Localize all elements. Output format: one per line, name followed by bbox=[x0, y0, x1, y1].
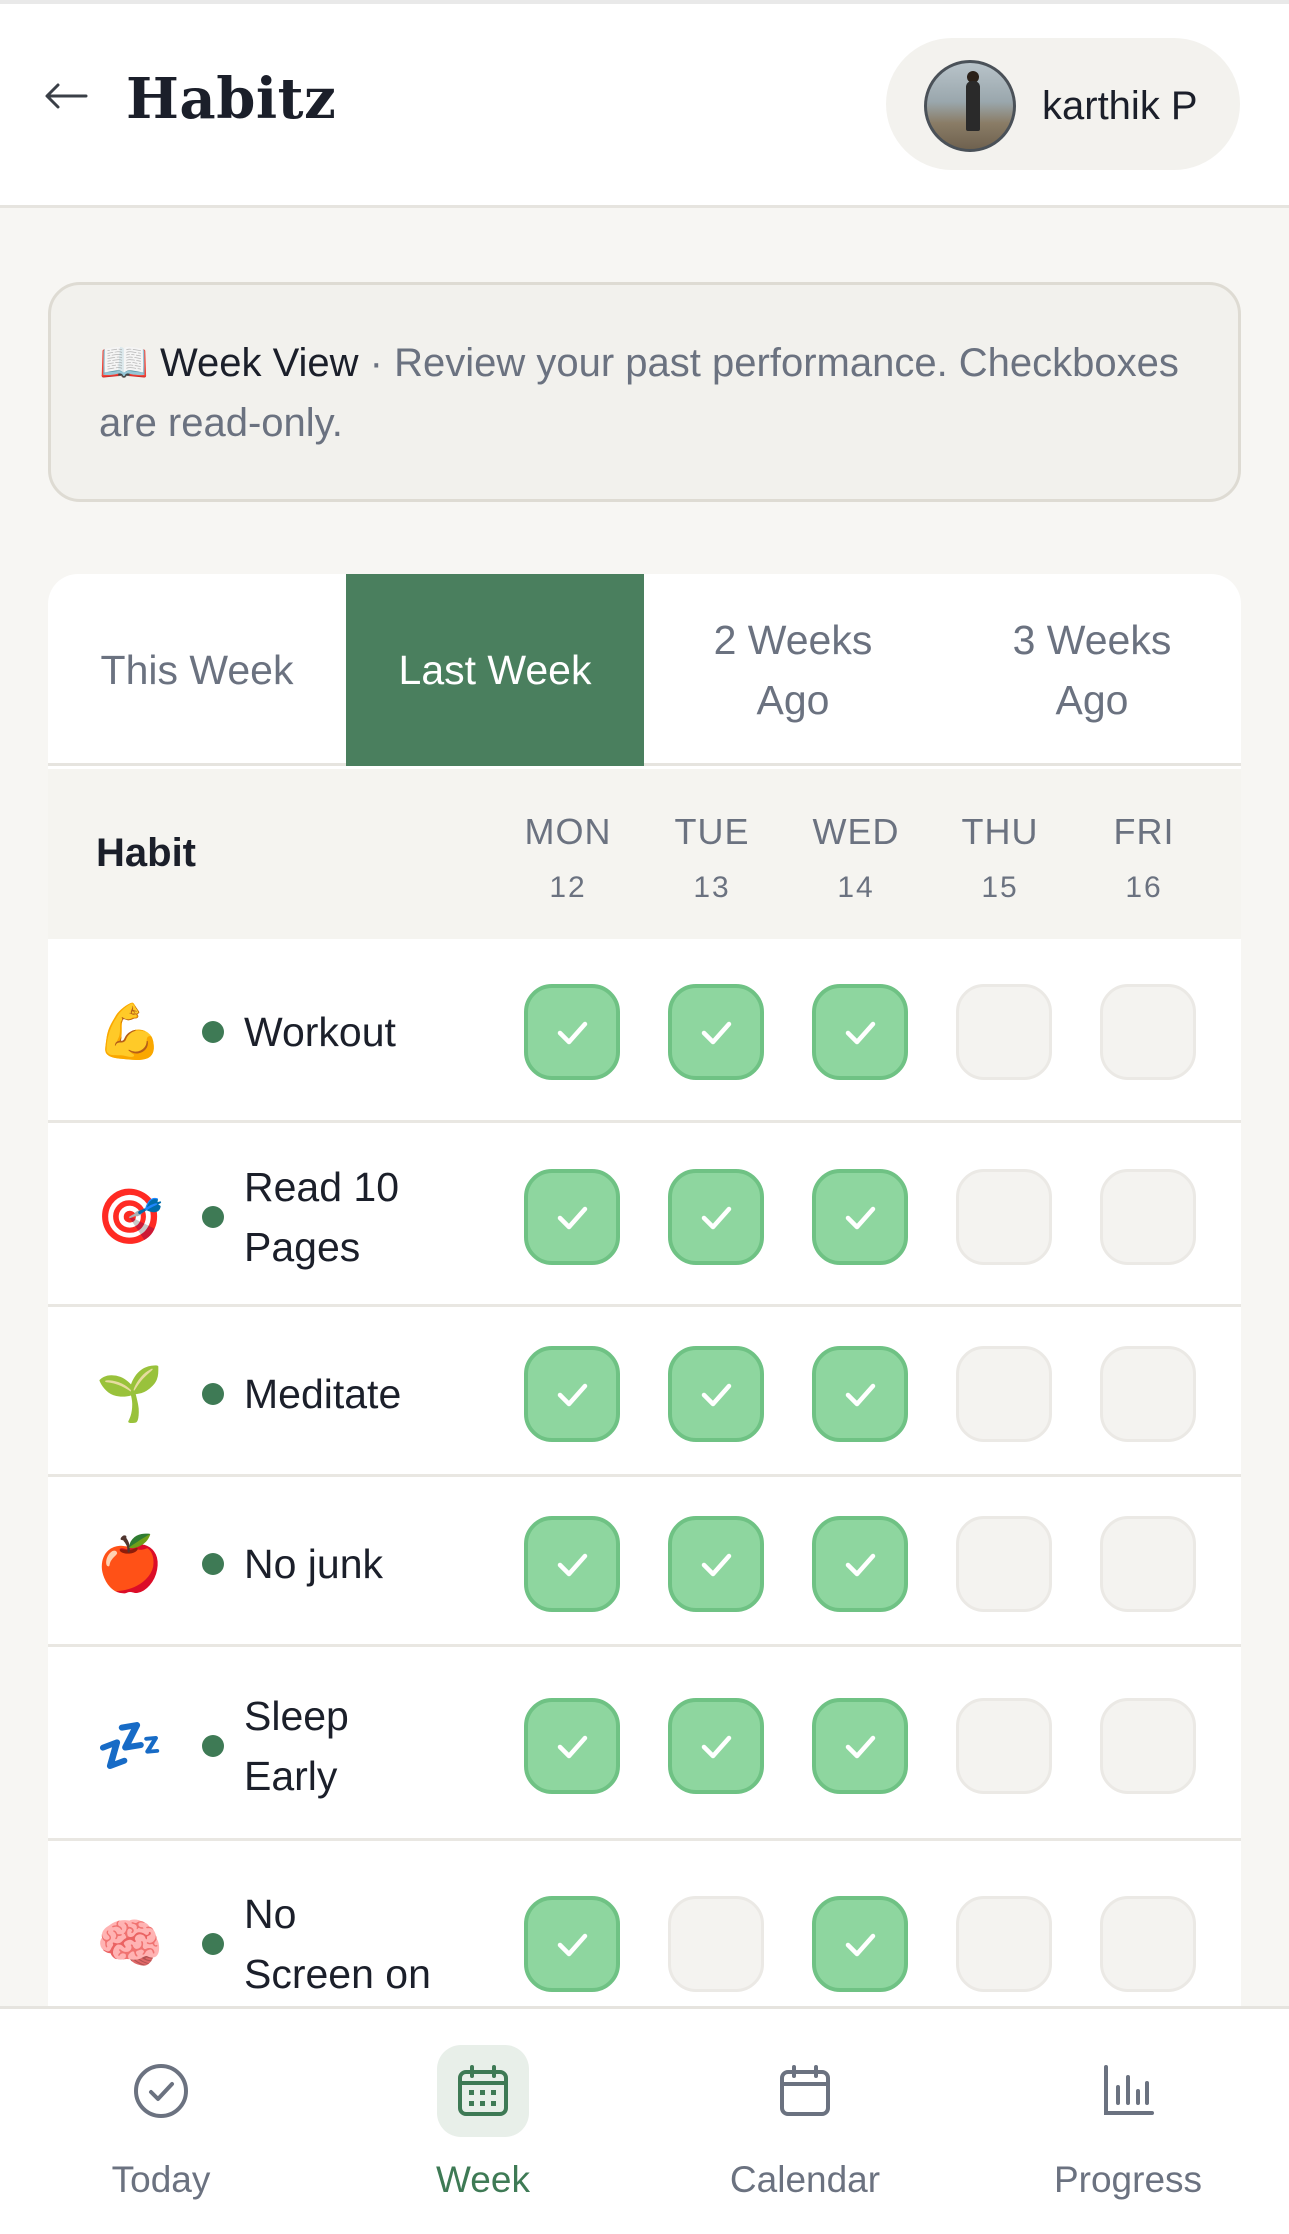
checkbox-wed-checked bbox=[812, 984, 908, 1080]
book-icon: 📖 bbox=[99, 341, 149, 385]
banner-title: Week View bbox=[159, 341, 359, 385]
user-profile-chip[interactable]: karthik P bbox=[886, 38, 1240, 170]
week-view-banner: 📖 Week View · Review your past performan… bbox=[48, 282, 1241, 502]
nav-week[interactable]: Week bbox=[322, 2009, 644, 2234]
checkbox-tue-unchecked bbox=[668, 1896, 764, 1992]
habit-status-dot bbox=[202, 1933, 224, 1955]
table-row: 🌱 Meditate bbox=[48, 1310, 1241, 1477]
checkbox-thu-unchecked bbox=[956, 984, 1052, 1080]
user-name: karthik P bbox=[1042, 84, 1198, 128]
checkbox-mon-checked bbox=[524, 984, 620, 1080]
habit-name: No Screen on Bed bbox=[244, 1891, 431, 2014]
table-header: Habit MON 12 TUE 13 WED 14 THU 15 FRI 16 bbox=[48, 769, 1241, 939]
tab-last-week[interactable]: Last Week bbox=[346, 574, 644, 766]
nav-label-calendar: Calendar bbox=[729, 2159, 881, 2200]
checkbox-thu-unchecked bbox=[956, 1515, 1052, 1612]
checkbox-mon-checked bbox=[524, 1345, 620, 1442]
tab-this-week[interactable]: This Week bbox=[48, 574, 346, 766]
checkbox-tue-checked bbox=[668, 1697, 764, 1794]
habit-name: No junk bbox=[244, 1540, 384, 1587]
check-circle-icon bbox=[115, 2045, 207, 2137]
checkbox-mon-checked bbox=[524, 1168, 620, 1265]
checkbox-thu-unchecked bbox=[956, 1345, 1052, 1442]
avatar bbox=[924, 60, 1016, 152]
tab-3-weeks-ago[interactable]: 3 Weeks Ago bbox=[943, 574, 1241, 766]
day-header-fri: FRI 16 bbox=[1113, 811, 1175, 904]
habit-status-dot bbox=[202, 1382, 224, 1405]
week-card: This Week Last Week 2 Weeks Ago 3 Weeks … bbox=[48, 574, 1241, 2014]
back-arrow-icon[interactable] bbox=[42, 72, 90, 120]
habit-emoji-icon: 💤 bbox=[96, 1713, 164, 1777]
checkbox-wed-checked bbox=[812, 1515, 908, 1612]
tab-2-weeks-ago[interactable]: 2 Weeks Ago bbox=[644, 574, 942, 766]
nav-today[interactable]: Today bbox=[0, 2009, 322, 2234]
calendar-grid-icon bbox=[437, 2045, 529, 2137]
checkbox-wed-checked bbox=[812, 1345, 908, 1442]
bar-chart-icon bbox=[1082, 2045, 1174, 2137]
nav-calendar[interactable]: Calendar bbox=[644, 2009, 966, 2234]
app-header: Habitz karthik P bbox=[0, 4, 1289, 208]
calendar-icon bbox=[759, 2045, 851, 2137]
checkbox-fri-unchecked bbox=[1100, 1896, 1196, 1992]
habit-emoji-icon: 🍎 bbox=[96, 1531, 164, 1595]
checkbox-wed-checked bbox=[812, 1697, 908, 1794]
nav-label-progress: Progress bbox=[1053, 2159, 1203, 2200]
checkbox-fri-unchecked bbox=[1100, 1168, 1196, 1265]
checkbox-tue-checked bbox=[668, 1345, 764, 1442]
checkbox-fri-unchecked bbox=[1100, 1515, 1196, 1612]
day-header-mon: MON 12 bbox=[524, 811, 612, 904]
habit-emoji-icon: 🌱 bbox=[96, 1361, 164, 1425]
bottom-nav: Today Week Calendar Progress bbox=[0, 2006, 1289, 2234]
checkbox-tue-checked bbox=[668, 1515, 764, 1612]
habit-status-dot bbox=[202, 1205, 224, 1228]
checkbox-mon-checked bbox=[524, 1697, 620, 1794]
table-row: 🍎 No junk bbox=[48, 1480, 1241, 1647]
checkbox-thu-unchecked bbox=[956, 1168, 1052, 1265]
checkbox-fri-unchecked bbox=[1100, 1345, 1196, 1442]
checkbox-fri-unchecked bbox=[1100, 1697, 1196, 1794]
habit-emoji-icon: 🧠 bbox=[96, 1912, 164, 1975]
checkbox-thu-unchecked bbox=[956, 1896, 1052, 1992]
habit-name: Meditate bbox=[244, 1370, 402, 1417]
habit-name: Workout bbox=[244, 1009, 396, 1055]
day-header-thu: THU 15 bbox=[961, 811, 1039, 904]
checkbox-tue-checked bbox=[668, 984, 764, 1080]
checkbox-tue-checked bbox=[668, 1168, 764, 1265]
habit-status-dot bbox=[202, 1021, 224, 1043]
habit-status-dot bbox=[202, 1734, 224, 1757]
nav-progress[interactable]: Progress bbox=[967, 2009, 1289, 2234]
habit-name: Read 10 Pages bbox=[244, 1163, 400, 1270]
checkbox-mon-checked bbox=[524, 1515, 620, 1612]
table-row: 💪 Workout bbox=[48, 941, 1241, 1123]
checkbox-wed-checked bbox=[812, 1168, 908, 1265]
habit-name: Sleep Early bbox=[244, 1692, 349, 1799]
table-row: 🎯 Read 10 Pages bbox=[48, 1126, 1241, 1307]
day-header-tue: TUE 13 bbox=[674, 811, 750, 904]
habit-column-header: Habit bbox=[96, 831, 196, 875]
nav-label-week: Week bbox=[436, 2159, 530, 2200]
nav-label-today: Today bbox=[111, 2159, 211, 2200]
habit-emoji-icon: 💪 bbox=[96, 1000, 164, 1063]
checkbox-thu-unchecked bbox=[956, 1697, 1052, 1794]
app-title: Habitz bbox=[126, 66, 337, 132]
table-row: 💤 Sleep Early bbox=[48, 1650, 1241, 1841]
table-row: 🧠 No Screen on Bed bbox=[48, 1844, 1241, 2014]
checkbox-fri-unchecked bbox=[1100, 984, 1196, 1080]
week-tabs: This Week Last Week 2 Weeks Ago 3 Weeks … bbox=[48, 574, 1241, 766]
habit-status-dot bbox=[202, 1552, 224, 1575]
checkbox-mon-checked bbox=[524, 1896, 620, 1992]
checkbox-wed-checked bbox=[812, 1896, 908, 1992]
day-header-wed: WED 14 bbox=[812, 811, 900, 904]
habit-emoji-icon: 🎯 bbox=[96, 1184, 164, 1248]
